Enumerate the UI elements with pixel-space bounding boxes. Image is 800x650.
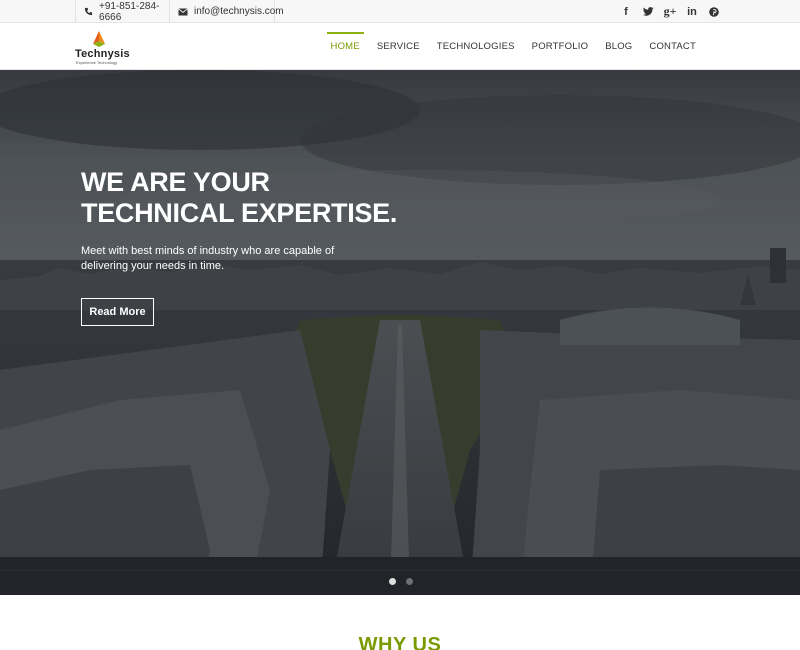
google-plus-icon[interactable]: g+ <box>659 0 681 23</box>
twitter-icon[interactable] <box>637 0 659 23</box>
top-bar: +91-851-284-6666 info@technysis.com f g+… <box>0 0 800 23</box>
envelope-icon <box>178 7 188 16</box>
slider-dot-2[interactable] <box>406 578 413 585</box>
linkedin-icon[interactable]: in <box>681 0 703 23</box>
nav-portfolio[interactable]: PORTFOLIO <box>532 23 589 70</box>
site-logo[interactable]: Technysis Experience Technology <box>75 31 135 65</box>
nav-service[interactable]: SERVICE <box>377 23 420 70</box>
why-us-heading: WHY US <box>358 634 442 650</box>
facebook-icon[interactable]: f <box>615 0 637 23</box>
hero-slider: WE ARE YOUR TECHNICAL EXPERTISE. Meet wi… <box>0 70 800 595</box>
slider-dot-1[interactable] <box>389 578 396 585</box>
phone-number: +91-851-284-6666 <box>99 0 160 23</box>
main-nav: HOME SERVICE TECHNOLOGIES PORTFOLIO BLOG… <box>314 23 696 70</box>
hero-headline-line-2: TECHNICAL EXPERTISE. <box>81 198 398 228</box>
read-more-button[interactable]: Read More <box>81 298 154 326</box>
logo-mark-icon <box>93 31 105 47</box>
hero-overlay <box>0 70 800 595</box>
logo-tagline: Experience Technology <box>76 60 118 65</box>
nav-blog[interactable]: BLOG <box>605 23 632 70</box>
social-links: f g+ in <box>615 0 725 23</box>
hero-headline-line-1: WE ARE YOUR <box>81 167 270 197</box>
nav-contact[interactable]: CONTACT <box>649 23 696 70</box>
nav-technologies[interactable]: TECHNOLOGIES <box>437 23 515 70</box>
hero-headline: WE ARE YOUR TECHNICAL EXPERTISE. <box>81 167 397 229</box>
phone-icon <box>84 7 93 16</box>
main-header: Technysis Experience Technology HOME SER… <box>0 23 800 70</box>
nav-home[interactable]: HOME <box>326 23 365 70</box>
email-address: info@technysis.com <box>194 6 284 17</box>
email-contact[interactable]: info@technysis.com <box>170 0 284 23</box>
logo-name: Technysis <box>75 48 130 60</box>
pinterest-icon[interactable] <box>703 0 725 23</box>
phone-contact[interactable]: +91-851-284-6666 <box>75 0 170 23</box>
slider-pagination <box>389 578 423 585</box>
hero-subtext: Meet with best minds of industry who are… <box>81 245 335 272</box>
